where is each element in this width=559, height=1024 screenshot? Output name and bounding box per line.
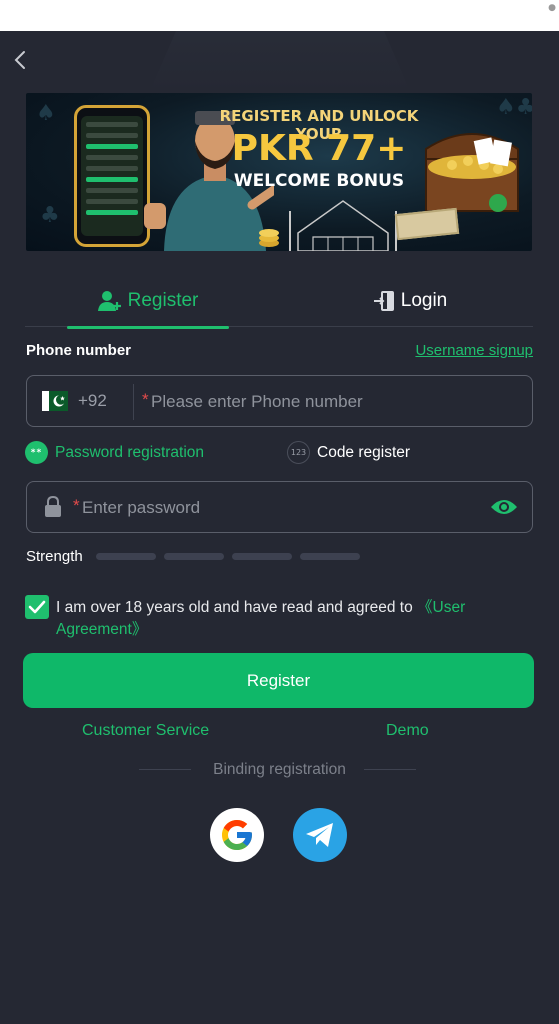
binding-registration-label: Binding registration <box>213 761 346 778</box>
banner-phone-image <box>74 105 150 247</box>
background-decoration <box>150 31 410 91</box>
required-mark: * <box>142 390 149 409</box>
agreement-statement: I am over 18 years old and have read and… <box>56 599 418 616</box>
strength-bar-segment <box>300 553 360 560</box>
customer-service-link[interactable]: Customer Service <box>82 722 209 740</box>
register-page: ♠ ♠♣ ♣ REGISTER AND UNLOCK YOUR PKR 77+ … <box>0 31 559 1024</box>
telegram-icon <box>306 823 333 847</box>
card-suit-decoration: ♠♣ <box>496 95 532 120</box>
auth-tabs: Register Login <box>25 275 533 329</box>
welcome-bonus-banner[interactable]: ♠ ♠♣ ♣ REGISTER AND UNLOCK YOUR PKR 77+ … <box>26 93 532 251</box>
phone-number-input[interactable] <box>151 388 521 416</box>
password-badge-icon: ** <box>25 441 48 464</box>
banner-amount: PKR 77+ <box>231 128 407 169</box>
telegram-login-button[interactable] <box>293 808 347 862</box>
phone-number-field: +92 * <box>26 375 533 427</box>
user-plus-icon <box>97 291 121 311</box>
pakistan-flag-icon[interactable] <box>42 391 68 411</box>
phone-number-label: Phone number <box>26 342 132 359</box>
tab-login[interactable]: Login <box>355 275 465 327</box>
code-register-option[interactable]: 123 Code register <box>287 441 410 464</box>
active-tab-indicator <box>67 326 229 329</box>
card-suit-decoration: ♠ <box>36 101 56 126</box>
required-mark: * <box>73 496 80 515</box>
strength-label: Strength <box>26 548 83 565</box>
field-divider <box>133 384 134 420</box>
divider-line <box>364 769 416 770</box>
register-button[interactable]: Register <box>23 653 534 708</box>
back-chevron-icon[interactable] <box>12 49 28 71</box>
demo-link[interactable]: Demo <box>386 722 429 740</box>
strength-bar-segment <box>164 553 224 560</box>
code-register-label: Code register <box>317 443 411 461</box>
google-login-button[interactable] <box>210 808 264 862</box>
google-icon <box>222 820 252 850</box>
status-dot-icon: ● <box>548 3 556 13</box>
tab-register[interactable]: Register <box>67 275 229 329</box>
cash-stack-image <box>394 207 460 241</box>
mosque-illustration <box>289 200 397 251</box>
password-field: * <box>26 481 533 533</box>
coin-stack-image <box>259 229 279 247</box>
login-door-icon <box>373 291 394 311</box>
agreement-text: I am over 18 years old and have read and… <box>56 597 526 641</box>
password-registration-option[interactable]: ** Password registration <box>25 441 204 464</box>
username-signup-link[interactable]: Username signup <box>415 342 533 359</box>
eye-icon[interactable] <box>490 497 518 517</box>
check-icon <box>28 600 46 614</box>
treasure-chest-image <box>425 133 519 212</box>
lock-icon <box>45 496 61 517</box>
password-registration-label: Password registration <box>55 443 205 461</box>
browser-top-bar: ● <box>0 0 559 31</box>
country-code[interactable]: +92 <box>78 391 107 411</box>
agreement-checkbox[interactable] <box>25 595 49 619</box>
strength-bar-segment <box>232 553 292 560</box>
strength-bar-segment <box>96 553 156 560</box>
code-badge-icon: 123 <box>287 441 310 464</box>
tab-register-label: Register <box>127 290 199 311</box>
tab-login-label: Login <box>400 290 448 311</box>
card-suit-decoration: ♣ <box>40 203 60 228</box>
password-input[interactable] <box>82 494 482 522</box>
banner-subtitle: WELCOME BONUS <box>233 171 405 191</box>
